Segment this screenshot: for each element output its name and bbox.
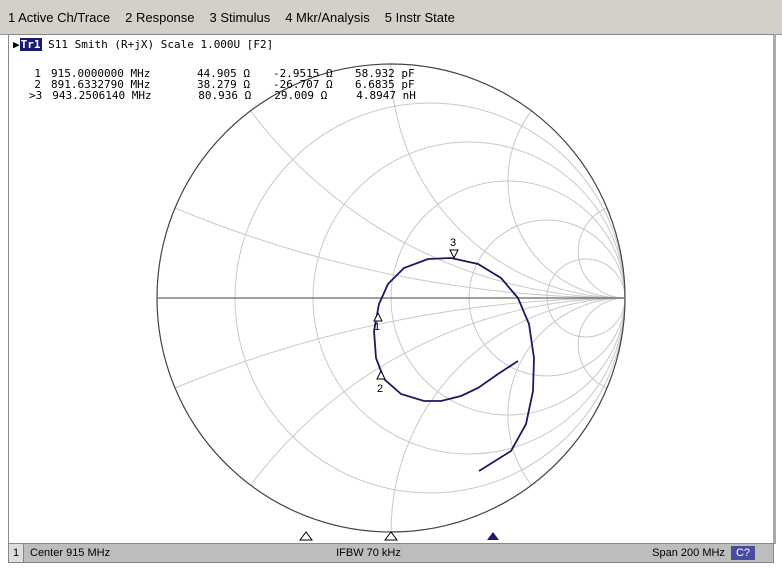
marker-1-label: 1 (374, 321, 380, 333)
marker-freq: 943.2506140 MHz (52, 89, 152, 102)
trace-badge[interactable]: Tr1 (19, 38, 42, 51)
ifbw[interactable]: IFBW 70 kHz (336, 547, 401, 559)
active-trace-arrow-icon: ▶ (13, 38, 20, 51)
cal-status-badge: C? (730, 546, 755, 560)
marker-row: >3 943.2506140 MHz 80.936 Ω 29.009 Ω 4.8947 … (29, 90, 416, 101)
marker-3[interactable]: 3 (449, 237, 459, 260)
marker-readout: 1 915.0000000 MHz 44.905 Ω -2.9515 Ω 58.932 … (29, 68, 416, 101)
center-freq[interactable]: Center 915 MHz (30, 547, 110, 559)
stimulus-marker-icon[interactable] (384, 531, 398, 541)
trace-description: S11 Smith (R+jX) Scale 1.000U [F2] (48, 38, 274, 51)
marker-2-label: 2 (377, 383, 383, 395)
reactance-arc (507, 110, 626, 299)
stimulus-marker-icon[interactable] (299, 531, 313, 541)
menu-stimulus[interactable]: 3 Stimulus (202, 10, 278, 25)
reactance-arc (507, 297, 626, 486)
marker-lc: 4.8947 nH (356, 89, 416, 102)
marker-id: >3 (29, 89, 43, 102)
chart-panel[interactable]: 1 2 3 ▶Tr1 S11 Smith (R+jX) Scale 1.000U… (8, 34, 776, 544)
status-bar: 1 Center 915 MHz IFBW 70 kHz Span 200 MH… (8, 543, 774, 563)
trace-header: ▶Tr1 S11 Smith (R+jX) Scale 1.000U [F2] (13, 38, 273, 51)
active-marker-icon[interactable] (487, 532, 499, 540)
menu-instr-state[interactable]: 5 Instr State (377, 10, 462, 25)
menu-bar: 1 Active Ch/Trace 2 Response 3 Stimulus … (0, 0, 782, 35)
menu-mkr-analysis[interactable]: 4 Mkr/Analysis (277, 10, 377, 25)
marker-r: 80.936 Ω (198, 89, 252, 102)
smith-chart: 1 2 3 (156, 63, 626, 541)
marker-1[interactable]: 1 (373, 311, 383, 333)
marker-x: 29.009 Ω (274, 89, 328, 102)
menu-active-ch-trace[interactable]: 1 Active Ch/Trace (0, 10, 117, 25)
menu-response[interactable]: 2 Response (117, 10, 201, 25)
marker-3-label: 3 (450, 237, 456, 249)
channel-number: 1 (9, 544, 24, 562)
span-freq[interactable]: Span 200 MHz (652, 547, 725, 559)
marker-2[interactable]: 2 (376, 369, 386, 395)
